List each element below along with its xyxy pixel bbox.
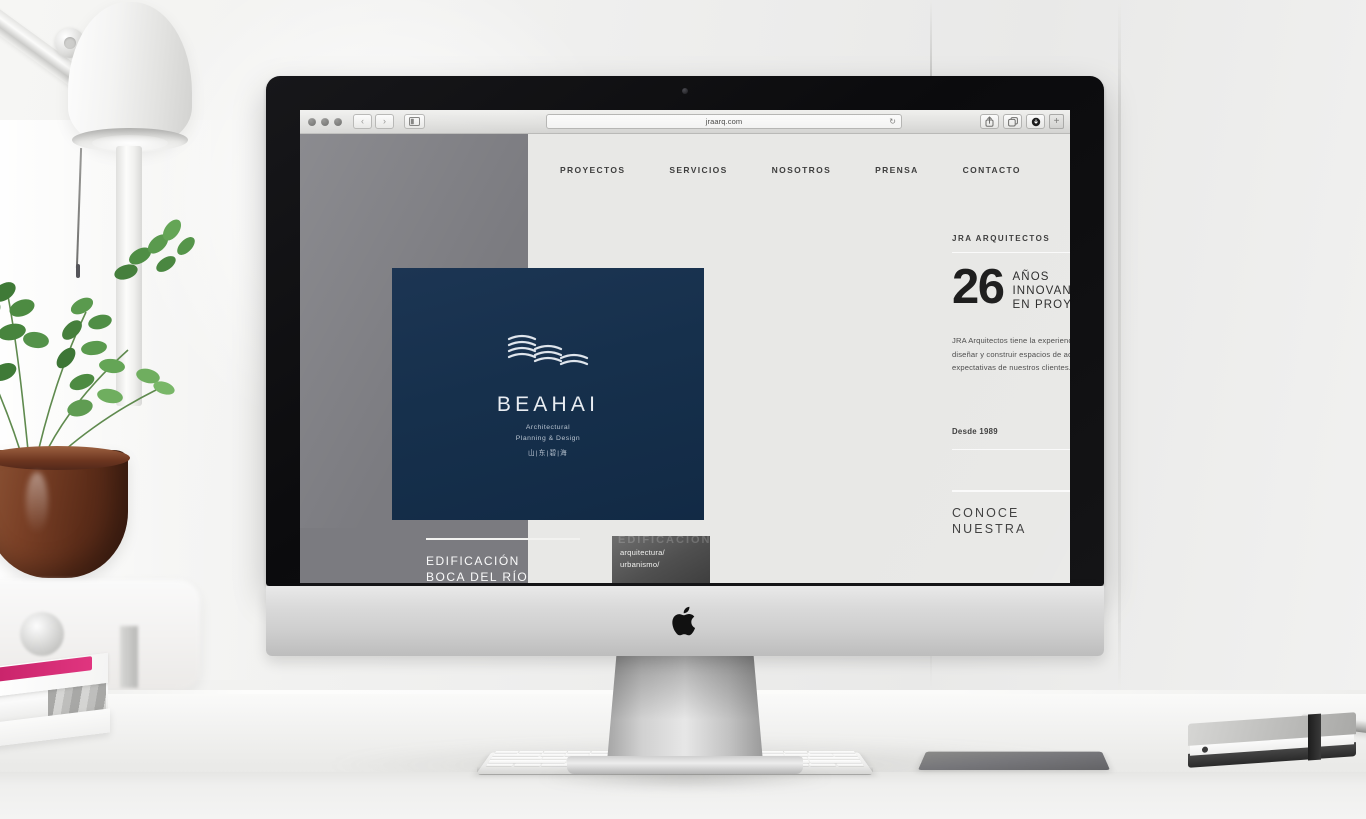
plant-pot-highlight	[26, 472, 48, 534]
furniture-knob	[20, 612, 64, 656]
stat-block: 26 AÑOS INNOVANDO EN PROYECTOS	[952, 260, 1070, 314]
wall-seam-right	[1118, 0, 1121, 690]
since-label: Desde 1989	[952, 426, 998, 436]
project-title-line1: EDIFICACIÓN	[426, 553, 520, 568]
imac-screen: ‹ › jraarq.com ↻ + PROYECTOS SERVICIOS N…	[300, 110, 1070, 586]
nav-servicios[interactable]: SERVICIOS	[669, 165, 727, 175]
divider-top	[952, 252, 1070, 253]
site-navigation[interactable]: PROYECTOS SERVICIOS NOSOTROS PRENSA CONT…	[528, 134, 1070, 206]
safari-browser-window: ‹ › jraarq.com ↻ + PROYECTOS SERVICIOS N…	[300, 110, 1070, 586]
new-tab-button[interactable]: +	[1049, 114, 1064, 129]
brand-tagline-line1: Architectural	[525, 424, 571, 432]
zoom-button[interactable]	[334, 117, 342, 126]
tabs-icon[interactable]	[1003, 114, 1022, 129]
apple-logo-icon	[670, 604, 700, 638]
scene: ‹ › jraarq.com ↻ + PROYECTOS SERVICIOS N…	[0, 0, 1366, 819]
brand-hero-panel: BEAHAI Architectural Planning & Design 山…	[392, 268, 704, 520]
nav-prensa[interactable]: PRENSA	[875, 165, 919, 175]
cta-line1: CONOCE	[952, 505, 1020, 520]
years-caption-line2: INNOVANDO	[1012, 285, 1070, 298]
imac-computer: ‹ › jraarq.com ↻ + PROYECTOS SERVICIOS N…	[266, 76, 1104, 790]
years-caption: AÑOS INNOVANDO EN PROYECTOS	[1013, 270, 1070, 312]
thumbnail-caption: arquitectura/ urbanismo/	[620, 547, 665, 571]
brand-wordmark: BEAHAI	[496, 393, 600, 417]
browser-tools[interactable]: +	[980, 114, 1064, 129]
nav-proyectos[interactable]: PROYECTOS	[560, 165, 625, 175]
project-divider	[426, 538, 580, 540]
website-page: PROYECTOS SERVICIOS NOSOTROS PRENSA CONT…	[300, 134, 1070, 586]
about-column: JRA ARQUITECTOS 26 AÑOS INNOVANDO EN PRO…	[952, 234, 1070, 538]
divider-cta	[952, 490, 1070, 492]
notebook-elastic-band	[1308, 713, 1321, 761]
about-paragraph: JRA Arquitectos tiene la experiencia y e…	[952, 336, 1070, 373]
window-traffic-lights[interactable]	[308, 117, 342, 126]
reload-icon[interactable]: ↻	[889, 117, 896, 126]
brand-chinese-name: 山|东|碧|海	[528, 449, 568, 457]
downloads-icon[interactable]	[1026, 114, 1045, 129]
thumbnail-caption-line1: arquitectura/	[620, 548, 665, 557]
thumbnail-watermark: EDIFICACIÓN	[618, 536, 710, 546]
beahai-logo-icon	[495, 331, 601, 377]
url-text: jraarq.com	[705, 117, 743, 126]
imac-stand-shade	[607, 656, 763, 762]
nav-button-group[interactable]: ‹ ›	[353, 114, 394, 129]
page-title: JRA ARQUITECTOS	[952, 234, 1051, 243]
nav-nosotros[interactable]: NOSOTROS	[772, 165, 831, 175]
brand-tagline: Architectural Planning & Design	[516, 423, 580, 443]
minimize-button[interactable]	[321, 117, 329, 126]
imac-stand-foot	[567, 756, 803, 774]
back-button[interactable]: ‹	[353, 114, 372, 129]
project-title[interactable]: EDIFICACIÓN BOCA DEL RÍO	[426, 553, 616, 586]
share-icon[interactable]	[980, 114, 999, 129]
browser-toolbar: ‹ › jraarq.com ↻ +	[300, 110, 1070, 134]
furniture-leg	[120, 626, 138, 688]
facetime-camera-icon	[682, 88, 688, 94]
brand-tagline-line2: Planning & Design	[515, 434, 581, 442]
thumbnail-caption-line2: urbanismo/	[620, 559, 660, 569]
nav-contacto[interactable]: CONTACTO	[963, 165, 1021, 175]
sidebar-toggle-icon[interactable]	[404, 114, 425, 129]
close-button[interactable]	[308, 117, 316, 126]
years-number: 26	[952, 260, 1005, 314]
divider-since	[952, 448, 1070, 451]
screen-bottom-edge	[300, 583, 1070, 586]
forward-button[interactable]: ›	[375, 114, 394, 129]
address-bar[interactable]: jraarq.com ↻	[546, 114, 902, 129]
years-caption-line1: AÑOS	[1012, 271, 1050, 283]
years-caption-line3: EN PROYECTOS	[1012, 299, 1070, 312]
project-thumbnail[interactable]: EDIFICACIÓN arquitectura/ urbanismo/	[612, 536, 710, 586]
stacked-magazines	[0, 652, 112, 748]
